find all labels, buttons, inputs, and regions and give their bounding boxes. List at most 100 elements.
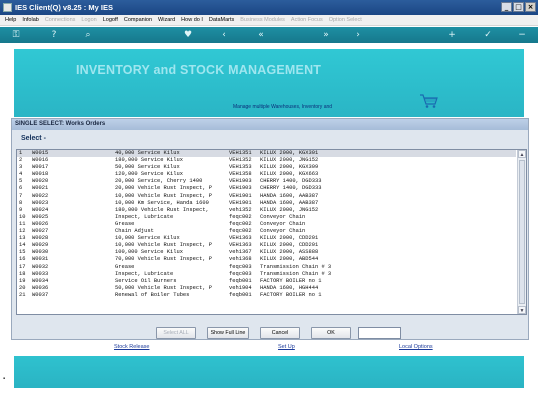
list-item[interactable]: 14 W0029 10,000 Vehicle Rust Inspect, P VEH… [17,242,516,249]
select-all-button[interactable]: Select ALL [156,327,196,339]
row-asset: HANDA 1600, HGH444 [260,284,319,291]
list-item[interactable]: 2 W0016 180,000 Service Kilux VEH1352 KILUX … [17,157,516,164]
list-item[interactable]: 21 W0037 Renewal of Boiler Tubes feqb001 FAC… [17,292,516,299]
row-reference: VEH1358 [229,171,252,178]
row-number: 8 [19,199,23,206]
show-full-line-button[interactable]: Show Full Line [207,327,249,339]
list-item[interactable]: 12 W0027 Chain Adjust feqc002 Conveyor Chain [17,228,516,235]
set-up-link[interactable]: Set Up [278,344,295,350]
row-description: 180,000 Service Kilux [115,157,183,164]
menu-item-option-select[interactable]: Option Select [326,17,365,23]
help-icon[interactable]: ? [48,29,60,41]
row-code: W0033 [32,270,49,277]
list-item[interactable]: 8 W0023 10,000 Km Service, Handa 1600 VEH19… [17,200,516,207]
ok-button[interactable]: OK [311,327,351,339]
row-reference: veh1368 [229,256,252,263]
list-item[interactable]: 13 W0028 10,000 Service Kilux VEH1363 KILUX … [17,235,516,242]
stock-release-link[interactable]: Stock Release [114,344,149,350]
list-item[interactable]: 11 W0026 Grease feqc002 Conveyor Chain [17,221,516,228]
works-orders-dialog: SINGLE SELECT: Works Orders Select - 1 W0… [11,118,529,340]
ok-value-input[interactable] [358,327,401,339]
menu-item-logon[interactable]: Logon [78,17,99,23]
list-item[interactable]: 16 W0031 70,000 Vehicle Rust Inspect, P veh… [17,256,516,263]
fast-forward-icon[interactable]: » [320,29,332,41]
maximize-button[interactable]: □ [513,2,524,12]
row-number: 12 [19,228,26,235]
row-code: W0016 [32,157,49,164]
forward-icon[interactable]: › [352,29,364,41]
menu-item-help[interactable]: Help [2,17,19,23]
rewind-icon[interactable]: « [255,29,267,41]
row-code: W0018 [32,171,49,178]
list-item[interactable]: 17 W0032 Grease feqc003 Transmission Chain #… [17,264,516,271]
key-icon[interactable]: ⚿ [10,29,22,41]
row-description: 120,000 Service Kilux [115,171,183,178]
menu-item-how-do-i[interactable]: How do I [178,17,206,23]
list-item[interactable]: 4 W0018 120,000 Service Kilux VEH1358 KILUX … [17,171,516,178]
menu-item-datamarts[interactable]: DataMarts [206,17,237,23]
row-asset: KILUX 2000, ABD544 [260,256,319,263]
select-label: Select - [21,135,46,142]
row-asset: HANDA 1600, AAB387 [260,199,319,206]
left-edge-marker: ▪ [3,376,6,382]
close-button[interactable]: × [525,2,536,12]
menu-item-wizard[interactable]: Wizard [155,17,178,23]
check-icon[interactable]: ✓ [482,29,494,41]
row-number: 19 [19,277,26,284]
row-description: Renewal of Boiler Tubes [115,291,190,298]
menu-item-action-focus[interactable]: Action Focus [288,17,326,23]
add-icon[interactable]: + [446,29,458,41]
minus-icon[interactable]: − [516,29,528,41]
row-description: Chain Adjust [115,228,154,235]
list-item[interactable]: 19 W0034 Service Oil Burners feqb001 FACTORY… [17,278,516,285]
menu-item-business-modules[interactable]: Business Modules [237,17,288,23]
row-code: W0020 [32,178,49,185]
row-reference: VEH1901 [229,199,252,206]
list-item[interactable]: 6 W0021 20,000 Vehicle Rust Inspect, P VEH1… [17,185,516,192]
row-code: W0021 [32,185,49,192]
menu-item-logoff[interactable]: Logoff [100,17,121,23]
row-description: 70,000 Vehicle Rust Inspect, P [115,256,213,263]
window-titlebar: IES Client(Q) v8.25 : My IES _ □ × [0,0,538,15]
cancel-button[interactable]: Cancel [260,327,300,339]
minimize-button[interactable]: _ [501,2,512,12]
list-item[interactable]: 1 W0015 40,000 Service Kilux VEH1351 KILUX 2… [17,150,516,158]
row-number: 17 [19,263,26,270]
heart-icon[interactable]: ♥ [182,29,194,41]
scroll-thumb[interactable] [519,160,525,304]
row-reference: feqc002 [229,228,252,235]
row-description: 10,000 Km Service, Handa 1600 [115,199,209,206]
list-item[interactable]: 10 W0025 Inspect, Lubricate feqc002 Conveyor… [17,214,516,221]
window-controls: _ □ × [501,2,536,12]
row-description: Grease [115,220,135,227]
row-reference: veh1352 [229,206,252,213]
menu-item-infolab[interactable]: Infolab [19,17,42,23]
scroll-up-icon[interactable]: ▲ [518,150,526,158]
scroll-down-icon[interactable]: ▼ [518,306,526,314]
list-item[interactable]: 18 W0033 Inspect, Lubricate feqc003 Transmis… [17,271,516,278]
row-reference: VEH1901 [229,192,252,199]
menu-item-companion[interactable]: Companion [121,17,155,23]
list-item[interactable]: 7 W0022 10,000 Vehicle Rust Inspect, P VEH1… [17,193,516,200]
row-number: 6 [19,185,23,192]
row-asset: Transmission Chain # 3 [260,263,332,270]
search-icon[interactable]: ⌕ [82,29,94,41]
list-item[interactable]: 20 W0036 50,000 Vehicle Rust Inspect, P veh… [17,285,516,292]
list-item[interactable]: 5 W0020 20,000 Service, Cherry 1400 VEH1903… [17,178,516,185]
back-icon[interactable]: ‹ [218,29,230,41]
row-code: W0034 [32,277,49,284]
list-item[interactable]: 15 W0030 100,000 Service Kilux veh1367 KILUX… [17,249,516,256]
row-number: 16 [19,256,26,263]
row-description: 20,000 Vehicle Rust Inspect, P [115,185,213,192]
row-description: 20,000 Service, Cherry 1400 [115,178,203,185]
window-title: IES Client(Q) v8.25 : My IES [15,3,113,12]
row-reference: VEH1351 [229,150,252,156]
local-options-link[interactable]: Local Options [399,344,433,350]
row-code: W0026 [32,220,49,227]
list-item[interactable]: 3 W0017 50,000 Service Kilux VEH1353 KILUX 2… [17,164,516,171]
vertical-scrollbar[interactable]: ▲ ▼ [517,150,526,314]
list-item[interactable]: 9 W0024 180,000 Vehicle Rust Inspect, veh13… [17,207,516,214]
menu-item-connections[interactable]: Connections [42,17,79,23]
row-number: 9 [19,206,23,213]
works-orders-list[interactable]: 1 W0015 40,000 Service Kilux VEH1351 KILUX 2… [16,149,527,315]
